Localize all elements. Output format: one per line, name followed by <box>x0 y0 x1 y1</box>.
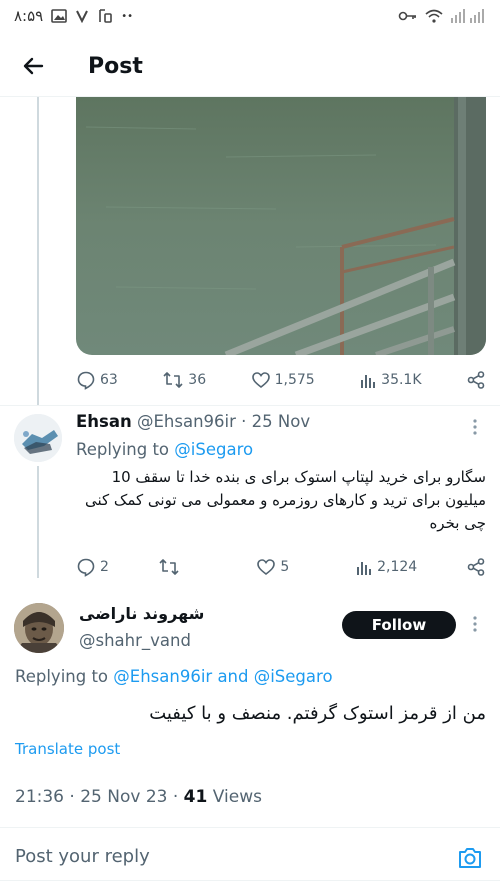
post-meta: 21:36 · 25 Nov 23 · 41 Views <box>15 787 262 807</box>
post-timestamp: 21:36 · 25 Nov 23 · <box>15 787 179 807</box>
v-icon <box>76 10 89 23</box>
reply-button[interactable]: 2 <box>76 555 109 579</box>
replying-to: Replying to @Ehsan96ir and @iSegaro <box>15 667 333 686</box>
image-icon <box>51 9 68 23</box>
reply-count: 63 <box>100 372 118 388</box>
views-label: Views <box>212 787 262 807</box>
status-time: ۸:۵۹ <box>14 7 44 25</box>
avatar-image <box>14 603 64 653</box>
more-options-icon[interactable] <box>470 418 480 436</box>
camera-button[interactable] <box>456 844 484 872</box>
reply-button[interactable]: 63 <box>76 368 118 392</box>
main-post-text: من از قرمز استوک گرفتم. منصف و با کیفیت <box>149 703 486 724</box>
share-button[interactable] <box>466 368 486 392</box>
mention-link[interactable]: @iSegaro <box>174 440 253 459</box>
thread-line <box>37 466 39 578</box>
divider <box>0 405 500 406</box>
replying-label: Replying to <box>76 440 170 459</box>
views-icon <box>357 562 372 575</box>
follow-button[interactable]: Follow <box>342 611 456 639</box>
repost-icon <box>159 559 179 575</box>
replying-label: Replying to <box>15 667 109 686</box>
divider <box>0 880 500 881</box>
heart-icon <box>251 372 270 389</box>
key-icon <box>398 11 416 21</box>
views-button[interactable]: 35.1K <box>359 368 422 392</box>
back-button[interactable] <box>10 42 58 90</box>
divider <box>0 827 500 828</box>
header: Post <box>0 38 500 94</box>
share-icon <box>467 558 485 576</box>
mention-link[interactable]: @Ehsan96ir and @iSegaro <box>113 667 332 686</box>
repost-button[interactable] <box>158 555 208 579</box>
repost-button[interactable]: 36 <box>162 368 206 392</box>
more-options-icon[interactable] <box>470 615 480 633</box>
author-name[interactable]: Ehsan <box>76 412 132 431</box>
status-bar: ۸:۵۹ •• <box>0 0 500 32</box>
signal-icon <box>451 9 484 23</box>
views-count: 35.1K <box>381 372 422 388</box>
like-button[interactable]: 1,575 <box>251 368 315 392</box>
thread-line <box>37 97 39 405</box>
repost-icon <box>163 372 183 388</box>
views-count: 2,124 <box>377 559 418 575</box>
like-button[interactable]: 5 <box>256 555 306 579</box>
status-dots: •• <box>121 10 134 22</box>
page-title: Post <box>88 53 143 79</box>
like-count: 5 <box>280 559 290 575</box>
share-icon <box>467 371 485 389</box>
reply-count: 2 <box>100 559 109 575</box>
reply-icon <box>77 558 95 577</box>
avatar[interactable] <box>14 603 64 653</box>
reply1-actions: 2 5 2,124 <box>76 555 486 579</box>
avatar-image <box>14 414 62 462</box>
replying-to: Replying to @iSegaro <box>76 440 253 459</box>
reply1-text: سگارو برای خرید لپتاپ استوک برای ی بنده … <box>84 468 486 532</box>
wifi-icon <box>425 9 443 23</box>
back-arrow-icon <box>23 57 44 75</box>
water-railing-photo <box>76 97 486 355</box>
views-count[interactable]: 41 <box>184 787 208 807</box>
views-icon <box>361 375 376 388</box>
share-button[interactable] <box>466 555 486 579</box>
author-handle[interactable]: @shahr_vand <box>79 631 191 650</box>
like-count: 1,575 <box>274 372 315 388</box>
repost-count: 36 <box>188 372 207 388</box>
reply1-header: Ehsan @Ehsan96ir · 25 Nov <box>76 412 486 431</box>
post-date: · 25 Nov <box>241 412 311 431</box>
translate-post-link[interactable]: Translate post <box>15 740 120 758</box>
author-name[interactable]: شهروند ناراضی <box>79 604 204 623</box>
heart-icon <box>257 559 276 576</box>
camera-icon <box>459 848 481 868</box>
reply-icon <box>77 371 95 390</box>
avatar[interactable] <box>14 414 62 462</box>
author-handle[interactable]: @Ehsan96ir <box>137 412 236 431</box>
sim-icon <box>99 9 113 23</box>
reply-input[interactable]: Post your reply <box>15 846 150 867</box>
views-button[interactable]: 2,124 <box>355 555 417 579</box>
post-image[interactable] <box>76 97 486 355</box>
parent-post-actions: 63 36 1,575 35.1K <box>76 368 486 392</box>
